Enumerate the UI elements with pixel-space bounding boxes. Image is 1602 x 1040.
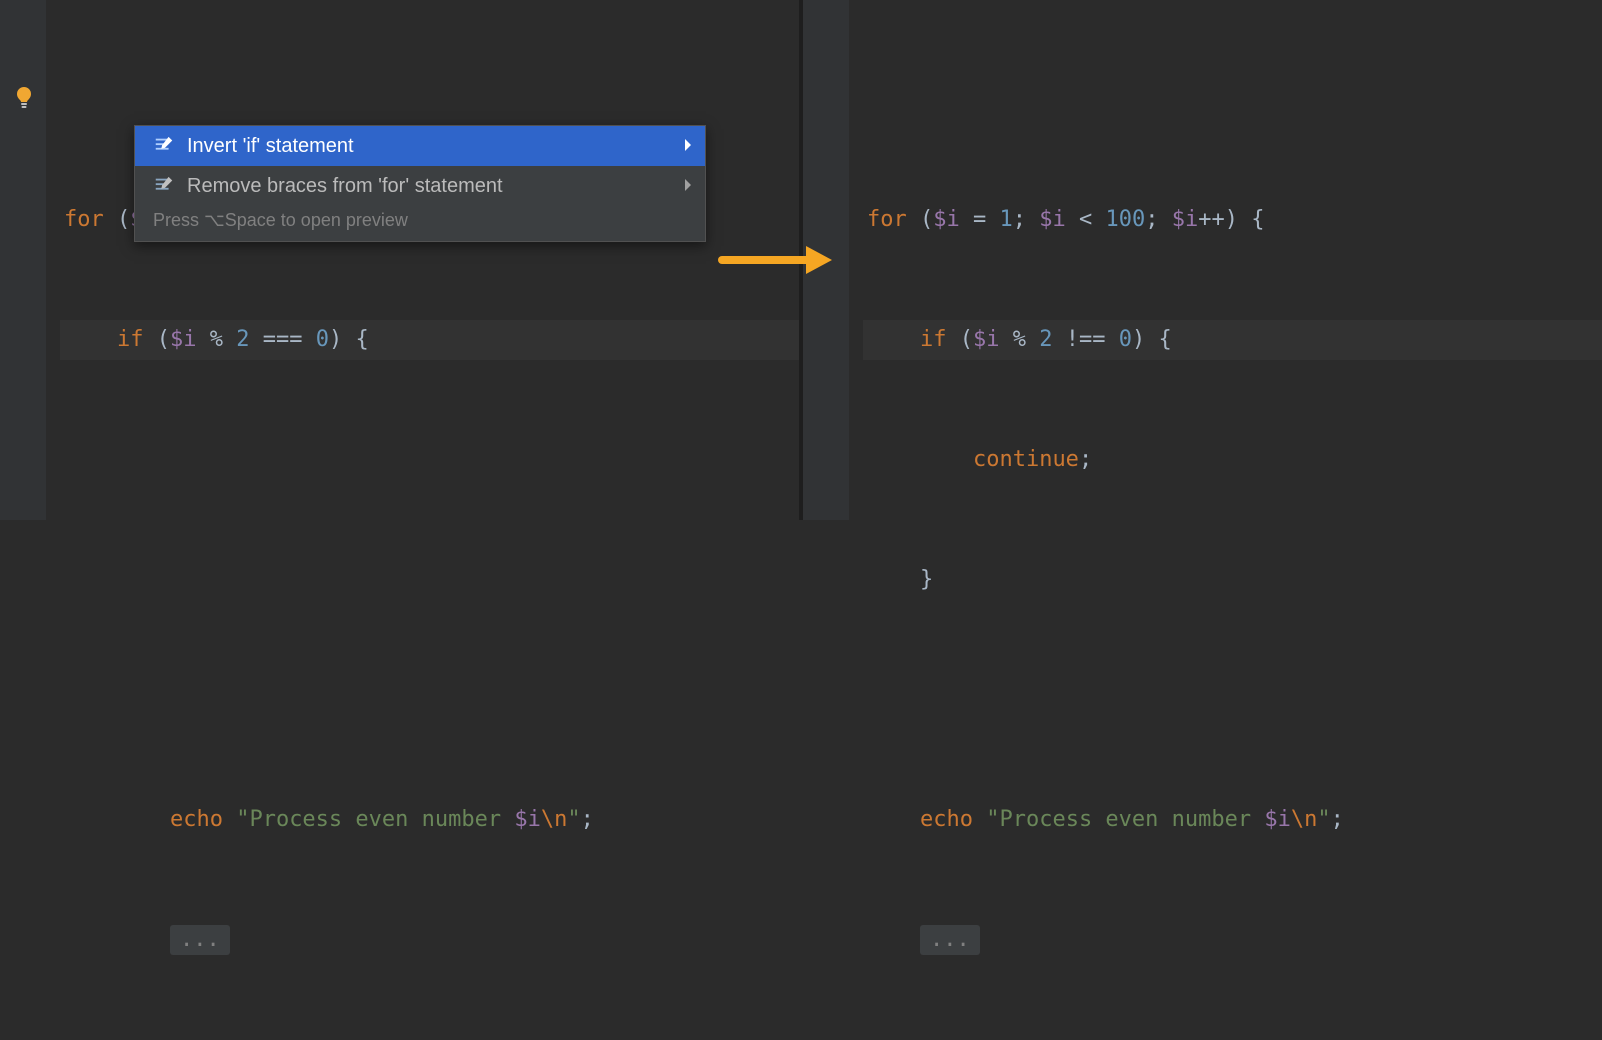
blank-line [60,80,799,120]
code-line: continue; [863,440,1602,480]
transform-arrow-icon [718,240,838,286]
intention-action-icon [153,135,175,157]
code-area-left[interactable]: for ($i = 1; $i < 100; $i++) { if ($i % … [60,0,799,520]
intention-bulb-icon[interactable] [12,85,36,109]
code-area-right[interactable]: for ($i = 1; $i < 100; $i++) { if ($i % … [863,0,1602,520]
intention-action-icon [153,175,175,197]
hidden-line [60,680,799,720]
code-line-highlight: if ($i % 2 !== 0) { [863,320,1602,360]
chevron-right-icon [683,175,693,198]
blank-line [863,80,1602,120]
code-line: echo "Process even number $i\n"; [60,800,799,840]
intention-menu: Invert 'if' statement Remove braces from… [134,125,706,242]
menu-item-label: Remove braces from 'for' statement [187,175,671,198]
fold-placeholder[interactable]: ... [920,925,980,955]
code-line: } [863,560,1602,600]
intention-remove-braces[interactable]: Remove braces from 'for' statement [135,166,705,206]
chevron-right-icon [683,135,693,158]
code-line-highlight: if ($i % 2 === 0) { [60,320,799,360]
code-line: echo "Process even number $i\n"; [863,800,1602,840]
editor-left: for ($i = 1; $i < 100; $i++) { if ($i % … [0,0,799,520]
blank-line [863,680,1602,720]
hidden-line [60,440,799,480]
hidden-line [60,560,799,600]
menu-hint: Press ⌥Space to open preview [135,206,705,241]
fold-placeholder[interactable]: ... [170,925,230,955]
code-line: ... [863,920,1602,960]
code-line: ... [60,920,799,960]
editor-right: for ($i = 1; $i < 100; $i++) { if ($i % … [803,0,1602,520]
code-line: for ($i = 1; $i < 100; $i++) { [863,200,1602,240]
menu-item-label: Invert 'if' statement [187,135,671,158]
intention-invert-if[interactable]: Invert 'if' statement [135,126,705,166]
gutter-left [0,0,46,520]
